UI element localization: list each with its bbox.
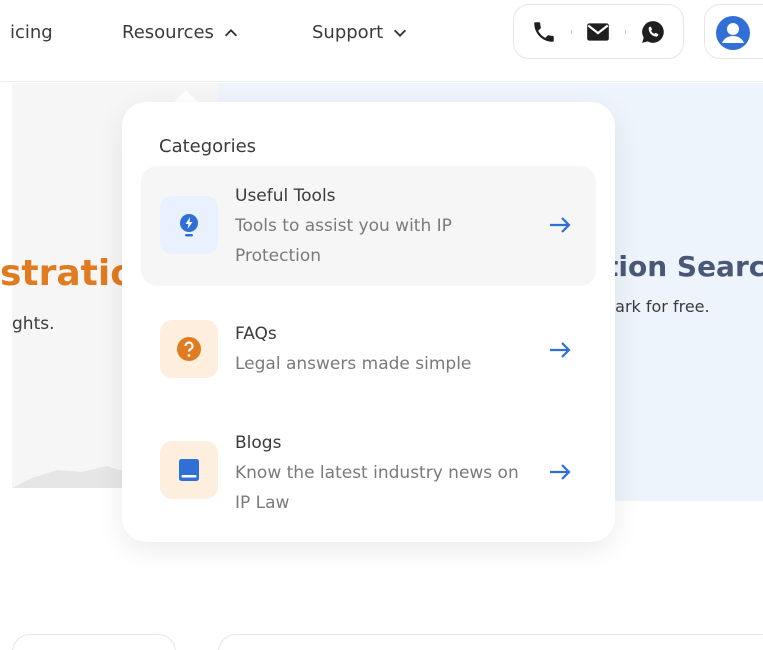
- nav-pricing-label: icing: [10, 22, 53, 43]
- nav-support-label: Support: [312, 22, 384, 43]
- divider: [570, 29, 572, 34]
- mail-button[interactable]: [581, 15, 615, 49]
- bottom-card-left: [12, 634, 176, 650]
- blogs-desc: Know the latest industry news on IP Law: [235, 463, 519, 513]
- top-nav: icing Resources Support: [0, 0, 763, 82]
- menu-item-useful-tools[interactable]: Useful Tools Tools to assist you with IP…: [141, 166, 596, 286]
- faqs-icon-box: [160, 320, 218, 378]
- book-icon: [179, 459, 199, 481]
- chevron-down-icon: [394, 29, 407, 37]
- phone-icon: [534, 21, 554, 42]
- lightbulb-bolt-icon: [180, 214, 198, 237]
- useful-tools-title: Useful Tools: [235, 186, 336, 206]
- nav-resources-link[interactable]: Resources: [122, 22, 240, 43]
- arrow-right-icon: [546, 211, 574, 239]
- menu-item-blogs[interactable]: Blogs Know the latest industry news on I…: [141, 413, 596, 523]
- account-button[interactable]: [704, 4, 763, 59]
- divider: [625, 29, 627, 34]
- useful-tools-desc: Tools to assist you with IP Protection: [235, 216, 452, 266]
- hero-subtitle-left: ghts.: [12, 314, 55, 334]
- useful-tools-icon-box: [160, 196, 218, 254]
- nav-support-link[interactable]: Support: [312, 22, 409, 43]
- nav-resources-label: Resources: [122, 22, 214, 43]
- nav-pricing-link[interactable]: icing: [10, 22, 53, 43]
- resources-dropdown: Categories Useful Tools Tools to assist …: [122, 102, 615, 542]
- hero-heading-left-text: stratio: [0, 253, 135, 294]
- user-avatar-icon: [716, 16, 750, 50]
- category-title: Categories: [159, 136, 257, 157]
- faqs-desc: Legal answers made simple: [235, 354, 472, 374]
- whatsapp-button[interactable]: [636, 15, 670, 49]
- whatsapp-icon: [642, 20, 664, 43]
- question-icon: [177, 337, 201, 361]
- menu-item-faqs[interactable]: FAQs Legal answers made simple: [141, 304, 596, 394]
- hero-heading-right: tion Searc: [605, 250, 763, 283]
- chevron-up-icon: [224, 28, 237, 36]
- blogs-icon-box: [160, 441, 218, 499]
- arrow-right-icon: [546, 458, 574, 486]
- phone-button[interactable]: [527, 15, 561, 49]
- bottom-card-right: [218, 634, 763, 650]
- hero-subtitle-right: nark for free.: [605, 297, 710, 316]
- mail-icon: [587, 22, 610, 41]
- faqs-title: FAQs: [235, 324, 277, 344]
- arrow-right-icon: [546, 336, 574, 364]
- blogs-title: Blogs: [235, 433, 282, 453]
- contact-pill: [513, 4, 684, 59]
